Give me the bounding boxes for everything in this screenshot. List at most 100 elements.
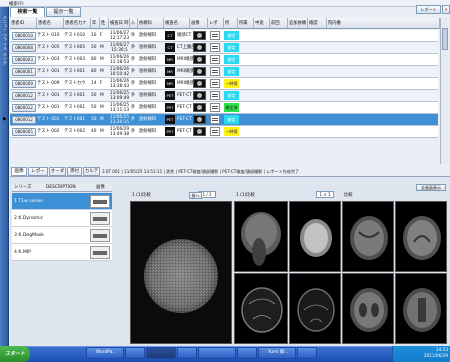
col-header-io[interactable]: 入 (130, 18, 138, 29)
patient-id-button[interactable]: 0800012 (12, 115, 36, 124)
patient-name: テスト 009 (37, 81, 60, 86)
department: 放射線科 (139, 81, 157, 86)
patient-id-button[interactable]: 0800001 (12, 67, 36, 76)
tab-attach[interactable]: 添付 (67, 167, 82, 176)
table-row[interactable]: 0800012 テスト 001 テスト001 50 M 11/06/25 13:… (10, 102, 438, 114)
col-header-image[interactable]: 画像 (190, 18, 208, 29)
taskbar-item-8[interactable] (297, 347, 317, 359)
taskbar-item-3[interactable] (146, 347, 176, 359)
image-thumbnail[interactable] (193, 31, 206, 40)
table-row[interactable]: 0800008 テスト 005 テスト005 50 M 11/06/27 15:… (10, 42, 438, 54)
series-item[interactable]: 3 K.DegMask (12, 227, 112, 244)
thumb-5[interactable] (234, 273, 288, 344)
tab-report[interactable]: レポート (28, 167, 48, 181)
study-datetime: 11/06/26 13:38:43 (109, 78, 130, 89)
report-icon-line (212, 118, 218, 119)
thumb-6[interactable] (289, 273, 341, 344)
report-icon[interactable] (210, 67, 220, 76)
start-button[interactable]: スタート (0, 346, 30, 362)
image-thumbnail[interactable] (193, 115, 206, 124)
patient-id-button[interactable]: 0800003 (12, 55, 36, 64)
table-row[interactable]: 0800012 テスト 001 テスト001 50 M 11/06/25 13:… (10, 90, 438, 102)
thumb-2[interactable] (289, 201, 341, 272)
col-header-name[interactable]: 患者名 (37, 18, 64, 29)
tab-search-list[interactable]: 検索一覧 (10, 7, 45, 17)
col-header-mid[interactable]: 中途 (254, 18, 270, 29)
report-icon[interactable] (210, 43, 220, 52)
table-row[interactable]: 0800003 テスト 003 テスト003 80 M 11/06/26 11:… (10, 54, 438, 66)
thumb-4[interactable] (395, 201, 447, 272)
image-thumbnail[interactable] (193, 79, 206, 88)
col-header-age[interactable]: 年 (91, 18, 100, 29)
report-icon[interactable] (210, 127, 220, 136)
thumb-8[interactable] (395, 273, 447, 344)
tab-order[interactable]: オーダ (49, 167, 66, 176)
taskbar-item-4[interactable] (177, 347, 197, 359)
left-vertical-menu[interactable]: メニュー ファイル メンテ (0, 7, 9, 346)
grid-scroll-thumb[interactable] (442, 28, 448, 50)
col-header-kana[interactable]: 患者名カナ (64, 18, 91, 29)
report-icon[interactable] (210, 91, 220, 100)
col-header-loc[interactable]: 所 (224, 18, 238, 29)
col-header-date[interactable]: 検査日 時刻 (109, 18, 130, 29)
col-header-report[interactable]: レポ (208, 18, 224, 29)
image-thumbnail[interactable] (193, 103, 206, 112)
patient-kana: テスト001 (64, 117, 86, 122)
table-row[interactable]: 0800005 テスト 002 テスト002 40 M 11/06/29 13:… (10, 126, 438, 138)
thumb-3[interactable] (342, 201, 394, 272)
image-thumbnail[interactable] (193, 127, 206, 136)
report-button[interactable]: レポート (416, 5, 441, 14)
tab-images[interactable]: 画像 (11, 167, 27, 176)
thumb-1[interactable] (234, 201, 288, 272)
col-header-prev[interactable]: 前回 (270, 18, 288, 29)
taskbar-item-5[interactable] (198, 347, 236, 359)
col-header-exam[interactable]: 検査名 (164, 18, 190, 29)
taskbar-item-6[interactable] (237, 347, 257, 359)
patient-id-button[interactable]: 0800010 (12, 31, 36, 40)
report-icon[interactable] (210, 115, 220, 124)
report-icon[interactable] (210, 79, 220, 88)
image-thumbnail[interactable] (193, 43, 206, 52)
table-row[interactable]: 0800010 テスト 010 テスト010 10 F 11/06/27 12:… (10, 30, 438, 42)
image-thumbnail[interactable] (193, 91, 206, 100)
patient-id-button[interactable]: 0800012 (12, 91, 36, 100)
image-thumbnail[interactable] (193, 55, 206, 64)
close-button[interactable]: × (442, 5, 450, 14)
patient-id-button[interactable]: 0800008 (12, 43, 36, 52)
zoom-select[interactable]: 1 × 1 (316, 191, 334, 198)
col-header-id[interactable]: 患者ID (10, 18, 37, 29)
taskbar-item-wordpad[interactable]: WordPa... (86, 347, 124, 359)
image-thumbnail[interactable] (193, 67, 206, 76)
report-icon-line (212, 70, 218, 71)
table-row[interactable]: 0800009 テスト 009 テストカウ 14 F 11/06/26 13:3… (10, 78, 438, 90)
report-icon[interactable] (210, 103, 220, 112)
col-header-sex[interactable]: 性 (100, 18, 109, 29)
series-item[interactable]: 4 K.MIP (12, 244, 112, 261)
patient-id-button[interactable]: 0800012 (12, 103, 36, 112)
grid-scrollbar[interactable] (440, 18, 448, 164)
fullscreen-button[interactable]: 全画面表示 (416, 184, 446, 191)
series-item[interactable]: 1 T1w series (12, 193, 112, 210)
col-header-confirm[interactable]: 確認 (308, 18, 327, 29)
table-row[interactable]: ▶ 0800012 テスト 001 テスト001 50 M 11/06/25 1… (3, 114, 438, 126)
patient-id-button[interactable]: 0800005 (12, 127, 36, 136)
col-header-add[interactable]: 追加依頼 (288, 18, 308, 29)
tab-presentation-list[interactable]: 提示一覧 (46, 7, 81, 17)
tab-chart[interactable]: カルテ (83, 167, 100, 176)
patient-name: テスト 001 (37, 69, 60, 74)
thumb-7[interactable] (342, 273, 394, 344)
main-viewport[interactable] (130, 201, 232, 344)
series-item[interactable]: 2 K.Dynamic (12, 210, 112, 227)
taskbar-item-yumi[interactable]: Yumi 録... (258, 347, 296, 359)
department: 放射線科 (139, 57, 157, 62)
prev-button[interactable]: 前へ (189, 192, 202, 199)
report-icon[interactable] (210, 31, 220, 40)
report-icon[interactable] (210, 55, 220, 64)
col-header-affil[interactable]: 所属 (238, 18, 254, 29)
col-header-dept[interactable]: 依頼科 (138, 18, 164, 29)
table-row[interactable]: 0800001 テスト 001 テスト001 80 M 11/06/26 10:… (10, 66, 438, 78)
taskbar-item-2[interactable] (125, 347, 145, 359)
patient-id-button[interactable]: 0800009 (12, 79, 36, 88)
col-header-hospno[interactable]: 院内番 (327, 18, 440, 29)
start-label: スタート (5, 351, 26, 357)
